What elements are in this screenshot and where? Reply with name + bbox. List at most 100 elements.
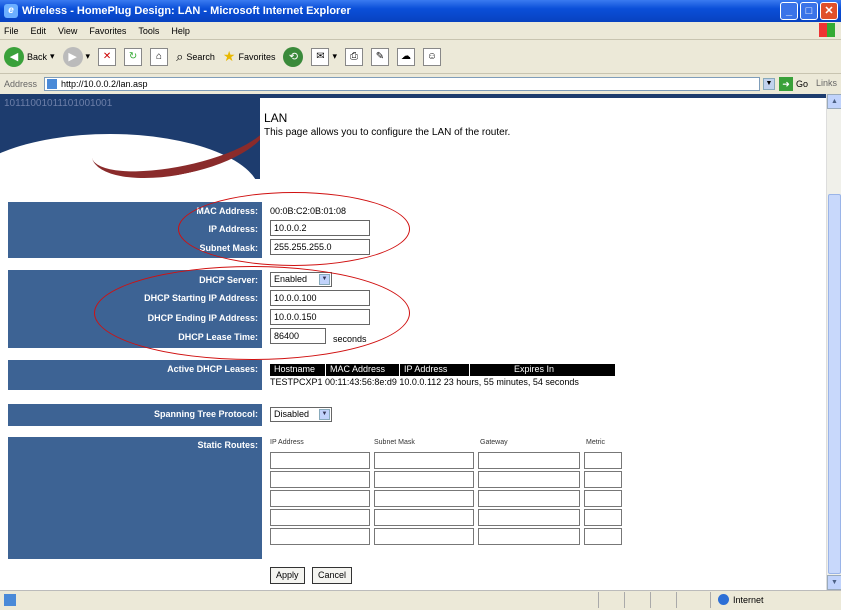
route-cell[interactable]	[584, 528, 622, 545]
page-content: 10111001011101001001 LAN This page allow…	[0, 94, 826, 590]
route-cell[interactable]	[374, 452, 474, 469]
page-title: LAN	[264, 111, 288, 125]
links-button[interactable]: Links	[816, 78, 837, 88]
star-icon: ★	[222, 48, 236, 64]
menu-bar: File Edit View Favorites Tools Help	[0, 22, 841, 40]
route-cell[interactable]	[478, 509, 580, 526]
go-button[interactable]: ➜ Go	[779, 77, 808, 91]
favorites-label: Favorites	[238, 51, 276, 62]
router-header-graphic: 10111001011101001001	[0, 94, 260, 179]
messenger-icon[interactable]: ☺	[423, 47, 441, 66]
route-col-ip: IP Address	[270, 439, 304, 446]
home-icon[interactable]: ⌂	[150, 47, 169, 66]
stp-select[interactable]: Disabled ▼	[270, 407, 332, 422]
vertical-scrollbar[interactable]: ▲ ▼	[826, 94, 841, 590]
cancel-button[interactable]: Cancel	[312, 567, 353, 584]
forward-arrow-icon: ▶	[62, 46, 83, 67]
route-cell[interactable]	[374, 490, 474, 507]
static-routes-panel: Static Routes:	[8, 437, 262, 559]
route-col-gateway: Gateway	[480, 439, 508, 446]
menu-tools[interactable]: Tools	[138, 26, 159, 36]
lease-col-hostname: Hostname	[270, 364, 326, 376]
lease-col-expires: Expires In	[514, 364, 555, 374]
status-bar	[0, 590, 841, 610]
security-zone: Internet	[718, 594, 764, 605]
annotation-oval-dhcp	[94, 266, 410, 360]
address-label: Address	[4, 79, 38, 89]
route-cell[interactable]	[478, 452, 580, 469]
print-icon[interactable]: ⎙	[345, 47, 363, 66]
lease-col-ip: IP Address	[400, 364, 470, 376]
page-status-icon	[4, 594, 16, 606]
lease-col-mac: MAC Address	[326, 364, 400, 376]
search-button[interactable]: ⌕ Search	[176, 49, 215, 65]
search-icon: ⌕	[176, 48, 184, 64]
zone-label: Internet	[733, 594, 764, 605]
page-description: This page allows you to configure the LA…	[264, 127, 511, 138]
route-cell[interactable]	[270, 452, 370, 469]
route-cell[interactable]	[478, 471, 580, 488]
route-cell[interactable]	[374, 528, 474, 545]
menu-view[interactable]: View	[58, 26, 77, 36]
header-binary-text: 10111001011101001001	[4, 98, 113, 109]
route-cell[interactable]	[584, 490, 622, 507]
stp-label: Spanning Tree Protocol:	[153, 409, 258, 419]
scroll-up-icon[interactable]: ▲	[827, 94, 841, 109]
route-cell[interactable]	[270, 490, 370, 507]
leases-label: Active DHCP Leases:	[167, 364, 258, 374]
lease-row: TESTPCXP1 00:11:43:56:8e:d9 10.0.0.112 2…	[270, 377, 579, 387]
history-icon[interactable]: ⟲	[283, 46, 304, 67]
route-cell[interactable]	[374, 471, 474, 488]
chevron-down-icon: ▼	[319, 409, 330, 420]
static-routes-label: Static Routes:	[197, 440, 258, 450]
window-titlebar: e Wireless - HomePlug Design: LAN - Micr…	[0, 0, 841, 22]
favorites-button[interactable]: ★ Favorites	[223, 48, 276, 65]
apply-button[interactable]: Apply	[270, 567, 305, 584]
toolbar: ◀ Back ▾ ▶ ▾ ✕ ↻ ⌂ ⌕ Search ★ Favorites ⟲ ✉ ▾ …	[0, 40, 841, 74]
stp-value: Disabled	[274, 409, 310, 419]
search-label: Search	[186, 51, 215, 62]
route-cell[interactable]	[270, 471, 370, 488]
go-arrow-icon: ➜	[779, 77, 793, 91]
route-cell[interactable]	[478, 528, 580, 545]
go-label: Go	[796, 79, 809, 89]
stp-panel: Spanning Tree Protocol:	[8, 404, 262, 426]
route-cell[interactable]	[584, 509, 622, 526]
forward-button[interactable]: ▶ ▾	[62, 46, 90, 67]
menu-edit[interactable]: Edit	[31, 26, 47, 36]
back-label: Back	[27, 51, 48, 62]
close-button[interactable]: ✕	[820, 2, 838, 20]
route-cell[interactable]	[584, 471, 622, 488]
route-col-mask: Subnet Mask	[374, 439, 415, 446]
route-col-metric: Metric	[586, 439, 606, 446]
leases-panel: Active DHCP Leases:	[8, 360, 262, 390]
mail-icon[interactable]: ✉	[311, 47, 330, 66]
menu-help[interactable]: Help	[171, 26, 190, 36]
discuss-icon[interactable]: ☁	[397, 47, 415, 66]
route-cell[interactable]	[584, 452, 622, 469]
route-cell[interactable]	[478, 490, 580, 507]
annotation-oval-lan	[178, 192, 410, 266]
scroll-thumb[interactable]	[828, 194, 841, 574]
stop-icon[interactable]: ✕	[98, 47, 117, 66]
leases-table-header: Hostname MAC Address IP Address Expires …	[270, 364, 615, 376]
edit-icon[interactable]: ✎	[371, 47, 389, 66]
menu-file[interactable]: File	[4, 26, 19, 36]
address-input[interactable]: http://10.0.0.2/lan.asp	[44, 77, 760, 91]
maximize-button[interactable]: □	[800, 2, 818, 20]
ie-logo-icon: e	[4, 4, 18, 18]
address-dropdown-icon[interactable]: ▼	[763, 78, 775, 90]
window-title: Wireless - HomePlug Design: LAN - Micros…	[22, 5, 351, 17]
back-button[interactable]: ◀ Back ▾	[4, 46, 55, 67]
minimize-button[interactable]: _	[780, 2, 798, 20]
globe-icon	[718, 594, 729, 605]
back-arrow-icon: ◀	[4, 46, 24, 67]
scroll-down-icon[interactable]: ▼	[827, 575, 841, 590]
page-icon	[47, 79, 57, 89]
menu-favorites[interactable]: Favorites	[89, 26, 126, 36]
route-cell[interactable]	[270, 509, 370, 526]
refresh-icon[interactable]: ↻	[124, 47, 143, 66]
windows-flag-icon	[819, 23, 835, 37]
route-cell[interactable]	[374, 509, 474, 526]
route-cell[interactable]	[270, 528, 370, 545]
